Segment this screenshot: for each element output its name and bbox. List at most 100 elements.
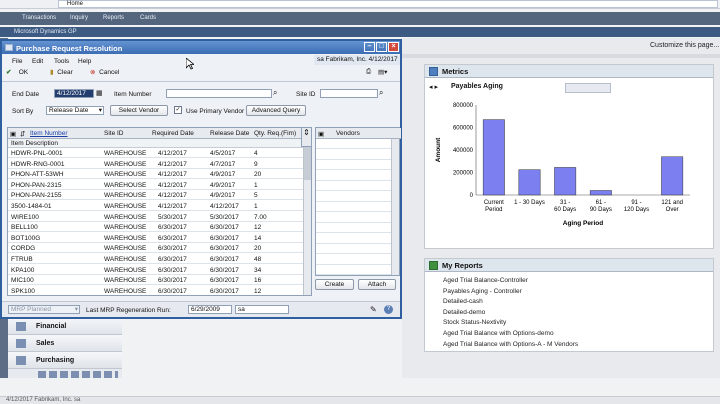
table-cell: PHON-ATT-53WH [11,171,64,179]
report-link[interactable]: Aged Trial Balance with Options-demo [443,330,554,337]
vendor-row[interactable] [316,139,391,149]
use-primary-vendor-checkbox[interactable]: ✓ [174,106,182,114]
table-cell: 4/12/2017 [158,181,187,189]
table-row[interactable]: CORDG WAREHOUSE 6/30/2017 6/30/2017 20 [8,244,304,254]
maximize-button[interactable]: □ [376,42,387,52]
report-link[interactable]: Payables Aging - Controller [443,288,522,295]
grid-scrollbar[interactable] [303,128,311,295]
table-cell: 6/30/2017 [210,234,239,242]
nav-inquiry[interactable]: Inquiry [70,15,88,21]
item-number-field[interactable] [166,89,272,98]
report-link[interactable]: Detailed-demo [443,309,485,316]
close-button[interactable]: × [388,42,399,52]
table-row[interactable]: MIC100 WAREHOUSE 6/30/2017 6/30/2017 16 [8,276,304,286]
table-cell: 1 [254,203,258,210]
cancel-button[interactable]: ⊗ Cancel [90,68,119,79]
table-row[interactable]: HDWR-RNG-0001 WAREHOUSE 4/12/2017 4/7/2017 9 [8,160,304,169]
metrics-select[interactable] [565,83,611,93]
report-link[interactable]: Detailed-cash [443,298,483,305]
table-row[interactable]: WIRE100 WAREHOUSE 5/30/2017 5/30/2017 7.00 [8,213,304,222]
item-lookup-icon[interactable]: ⌕ [273,88,277,98]
select-all-icon[interactable]: ▣ [10,130,16,138]
shortcut-icons[interactable] [38,371,118,378]
grid-resize-icon[interactable]: ⇕ [301,127,312,147]
table-row[interactable]: PHON-ATT-53WH WAREHOUSE 4/12/2017 4/9/2017 2… [8,170,304,180]
menu-tools[interactable]: Tools [54,58,69,65]
vendor-select-icon[interactable]: ▣ [318,130,324,138]
col-qty[interactable]: Qty. Req.(Fim) [254,130,296,137]
metrics-nav[interactable]: ◂ ▸ [429,83,438,91]
y-tick-label: 800000 [453,103,474,109]
table-row[interactable]: SPK100 WAREHOUSE 6/30/2017 6/30/2017 12 [8,287,304,295]
table-row[interactable]: 3500-1484-01 WAREHOUSE 4/12/2017 4/12/2017 1 [8,202,304,211]
nav-financial[interactable]: Financial [8,318,122,335]
vendors-header-label: Vendors [336,130,360,137]
table-row[interactable]: FTRUB WAREHOUSE 6/30/2017 6/30/2017 48 [8,255,304,264]
table-row[interactable]: PHON-PAN-2315 WAREHOUSE 4/12/2017 4/9/2017 1 [8,181,304,190]
calendar-icon[interactable]: ▦ [96,89,103,97]
table-row[interactable]: KPA100 WAREHOUSE 6/30/2017 6/30/2017 34 [8,266,304,275]
col-release-date[interactable]: Release Date [210,130,249,137]
mrp-select[interactable]: MRP Planned ▾ [8,305,80,314]
table-row[interactable]: HDWR-PNL-0001 WAREHOUSE 4/12/2017 4/5/2017 4 [8,149,304,158]
nav-cards[interactable]: Cards [140,15,156,21]
nav-reports[interactable]: Reports [103,15,124,21]
window-titlebar[interactable]: Purchase Request Resolution – □ × [2,41,400,54]
report-link[interactable]: Aged Trial Balance with Options-A - M Ve… [443,341,578,348]
table-row[interactable]: BOT100G WAREHOUSE 6/30/2017 6/30/2017 14 [8,234,304,243]
vendors-scrollbar[interactable] [391,139,399,275]
vendor-row[interactable] [316,265,391,275]
customize-link[interactable]: Customize this page... [650,42,719,49]
address-bar[interactable]: Home [58,0,718,8]
end-date-field[interactable]: 4/12/2017 [54,89,94,98]
attach-button[interactable]: Attach [358,279,396,290]
minimize-button[interactable]: – [364,42,375,52]
ok-label: OK [18,69,29,76]
vendor-row[interactable] [316,213,391,223]
vendor-row[interactable] [316,181,391,191]
site-lookup-icon[interactable]: ⌕ [379,88,383,98]
vendor-row[interactable] [316,150,391,160]
menu-file[interactable]: File [12,58,22,65]
col-required-date[interactable]: Required Date [152,130,194,137]
sort-by-select[interactable]: Release Date ▾ [46,106,104,115]
help-icon[interactable]: ? [384,305,393,314]
advanced-query-button[interactable]: Advanced Query [246,105,306,116]
ok-button[interactable]: ✔ OK [6,68,28,79]
vendor-row[interactable] [316,255,391,265]
report-link[interactable]: Aged Trial Balance-Controller [443,277,528,284]
last-mrp-user: sa [235,305,289,314]
clear-button[interactable]: ▮ Clear [50,68,73,79]
table-row[interactable]: PHON-PAN-2155 WAREHOUSE 4/12/2017 4/9/2017 5 [8,191,304,201]
cancel-label: Cancel [99,69,120,76]
vendor-row[interactable] [316,234,391,244]
print-icon[interactable]: ⎙ [366,68,371,79]
note-icon[interactable]: ✎ [370,305,377,314]
y-tick-label: 600000 [453,126,474,132]
site-id-field[interactable] [320,89,378,98]
vendor-row[interactable] [316,192,391,202]
last-mrp-label: Last MRP Regeneration Run: [86,307,171,314]
table-cell: HDWR-RNG-0001 [11,160,65,168]
options-icon[interactable]: ▤▾ [378,68,387,79]
vendor-row[interactable] [316,202,391,212]
x-tick-label: Current Period [484,200,504,213]
nav-sales[interactable]: Sales [8,335,122,352]
nav-purchasing[interactable]: Purchasing [8,352,122,369]
menu-help[interactable]: Help [78,58,91,65]
select-vendor-button[interactable]: Select Vendor [110,105,168,116]
vendor-row[interactable] [316,160,391,170]
report-link[interactable]: Stock Status-Nextivity [443,319,506,326]
table-cell: WAREHOUSE [104,203,147,210]
vendor-row[interactable] [316,244,391,254]
create-button[interactable]: Create [315,279,354,290]
table-row[interactable]: BELL100 WAREHOUSE 6/30/2017 6/30/2017 12 [8,223,304,233]
table-cell: WAREHOUSE [104,213,147,221]
col-site-id[interactable]: Site ID [104,130,124,137]
expand-icon[interactable]: ⇵ [20,130,25,138]
vendor-row[interactable] [316,171,391,181]
nav-transactions[interactable]: Transactions [22,15,56,21]
col-item-number[interactable]: Item Number [30,130,68,137]
vendor-row[interactable] [316,223,391,233]
menu-edit[interactable]: Edit [32,58,43,65]
